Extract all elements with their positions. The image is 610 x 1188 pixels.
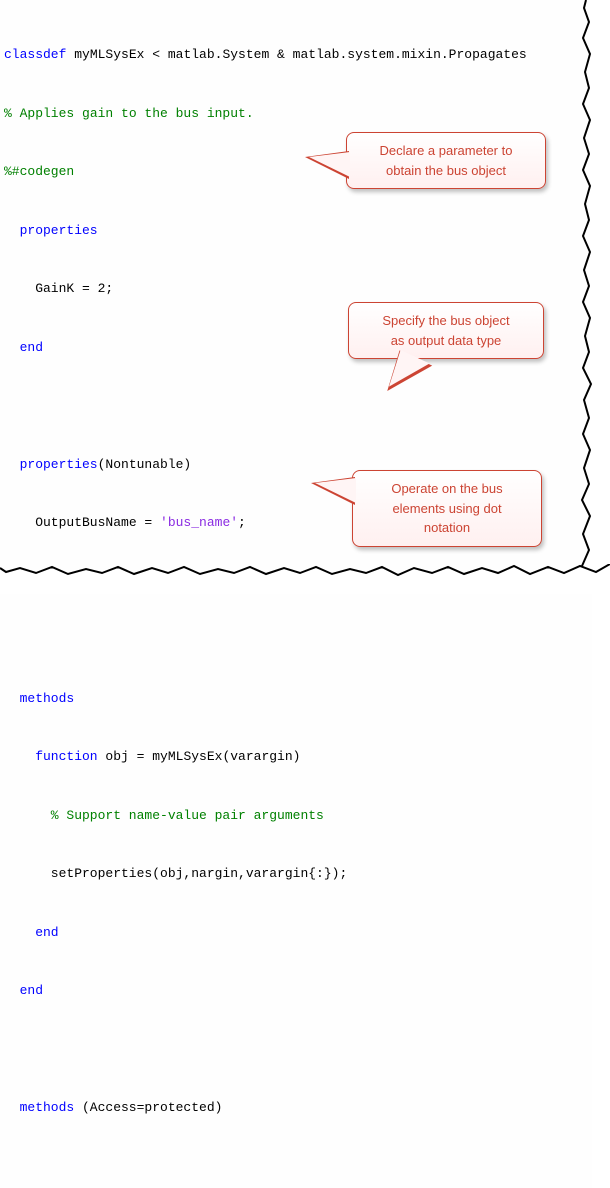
- code-comment: % Support name-value pair arguments: [4, 806, 592, 826]
- kw-end: end: [35, 925, 58, 940]
- code-comment: % Applies gain to the bus input.: [4, 104, 592, 124]
- code-stmt: GainK = 2;: [4, 279, 592, 299]
- code-stmt: setProperties(obj,nargin,varargin{:});: [4, 864, 592, 884]
- kw-methods: methods: [20, 1100, 75, 1115]
- callout-text: obtain the bus object: [386, 163, 506, 178]
- kw-end: end: [20, 340, 43, 355]
- kw-function: function: [35, 749, 97, 764]
- callout-text: Operate on the bus: [391, 481, 502, 496]
- txt: ;: [238, 515, 246, 530]
- callout-text: as output data type: [391, 333, 502, 348]
- callout-text: elements using dot: [392, 501, 501, 516]
- callout-declare-parameter: Declare a parameter to obtain the bus ob…: [346, 132, 546, 189]
- callout-text: Declare a parameter to: [380, 143, 513, 158]
- code-line: classdef myMLSysEx < matlab.System & mat…: [4, 45, 592, 65]
- kw-classdef: classdef: [4, 47, 66, 62]
- kw-end: end: [20, 574, 43, 589]
- callout-text: notation: [424, 520, 470, 535]
- kw-properties: properties: [20, 223, 98, 238]
- txt: (Nontunable): [98, 457, 192, 472]
- txt: obj = myMLSysEx(varargin): [98, 749, 301, 764]
- txt: (Access=protected): [74, 1100, 222, 1115]
- kw-methods: methods: [20, 691, 75, 706]
- kw-end: end: [20, 983, 43, 998]
- code-screenshot: classdef myMLSysEx < matlab.System & mat…: [0, 0, 610, 594]
- txt: OutputBusName =: [35, 515, 160, 530]
- string-literal: 'bus_name': [160, 515, 238, 530]
- kw-properties: properties: [20, 457, 98, 472]
- callout-specify-bus-output: Specify the bus object as output data ty…: [348, 302, 544, 359]
- callout-text: Specify the bus object: [382, 313, 509, 328]
- txt: myMLSysEx < matlab.System & matlab.syste…: [66, 47, 526, 62]
- callout-operate-on-bus: Operate on the bus elements using dot no…: [352, 470, 542, 547]
